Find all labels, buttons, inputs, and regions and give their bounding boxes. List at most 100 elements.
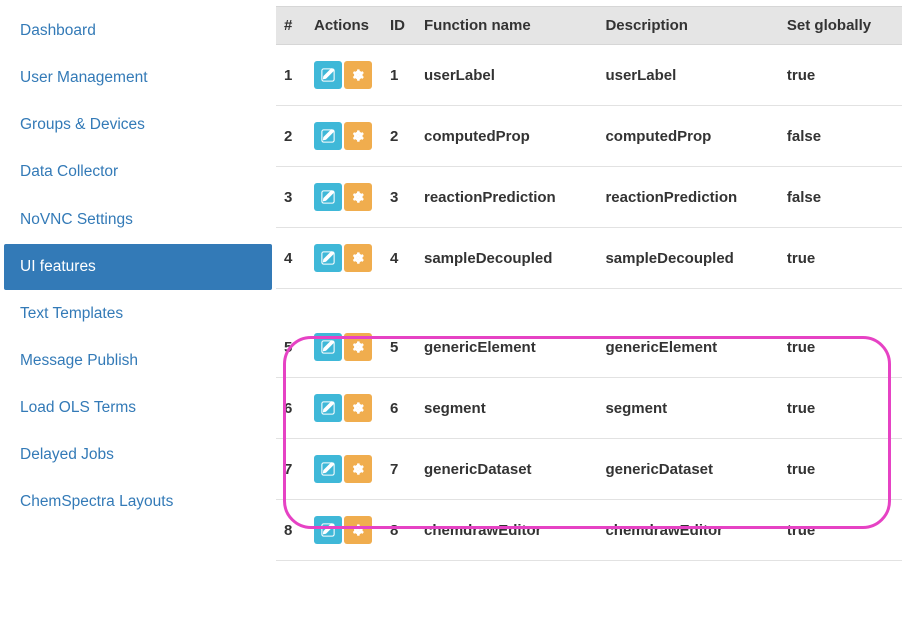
row-number: 7 [276, 439, 306, 500]
edit-button[interactable] [314, 455, 342, 483]
gear-icon [351, 129, 365, 143]
table-row: 55genericElementgenericElementtrue [276, 317, 902, 378]
row-description: computedProp [597, 106, 778, 167]
table-row: 88chemdrawEditorchemdrawEditortrue [276, 500, 902, 561]
col-function-name: Function name [416, 7, 597, 45]
sidebar-item-load-ols-terms[interactable]: Load OLS Terms [4, 385, 272, 431]
row-actions [306, 378, 382, 439]
row-id: 4 [382, 228, 416, 289]
row-number: 3 [276, 167, 306, 228]
table-row: 66segmentsegmenttrue [276, 378, 902, 439]
table-row: 11userLabeluserLabeltrue [276, 45, 902, 106]
gear-icon [351, 251, 365, 265]
sidebar: DashboardUser ManagementGroups & Devices… [0, 0, 276, 619]
row-set-globally: true [779, 439, 902, 500]
table-row: 44sampleDecoupledsampleDecoupledtrue [276, 228, 902, 289]
settings-button[interactable] [344, 455, 372, 483]
row-function-name: userLabel [416, 45, 597, 106]
edit-button[interactable] [314, 394, 342, 422]
col-num: # [276, 7, 306, 45]
row-set-globally: false [779, 167, 902, 228]
sidebar-item-chemspectra-layouts[interactable]: ChemSpectra Layouts [4, 479, 272, 525]
edit-icon [321, 401, 335, 415]
row-set-globally: true [779, 228, 902, 289]
row-actions [306, 500, 382, 561]
sidebar-item-novnc-settings[interactable]: NoVNC Settings [4, 197, 272, 243]
settings-button[interactable] [344, 333, 372, 361]
settings-button[interactable] [344, 183, 372, 211]
settings-button[interactable] [344, 61, 372, 89]
edit-icon [321, 462, 335, 476]
table-row: 33reactionPredictionreactionPredictionfa… [276, 167, 902, 228]
row-actions [306, 167, 382, 228]
row-set-globally: false [779, 106, 902, 167]
edit-icon [321, 523, 335, 537]
row-number: 4 [276, 228, 306, 289]
row-actions [306, 228, 382, 289]
row-description: segment [597, 378, 778, 439]
edit-button[interactable] [314, 516, 342, 544]
row-id: 8 [382, 500, 416, 561]
row-id: 5 [382, 317, 416, 378]
edit-icon [321, 129, 335, 143]
sidebar-item-dashboard[interactable]: Dashboard [4, 8, 272, 54]
sidebar-item-data-collector[interactable]: Data Collector [4, 149, 272, 195]
row-function-name: reactionPrediction [416, 167, 597, 228]
row-actions [306, 106, 382, 167]
edit-icon [321, 190, 335, 204]
settings-button[interactable] [344, 394, 372, 422]
gear-icon [351, 462, 365, 476]
row-id: 3 [382, 167, 416, 228]
table-row: 77genericDatasetgenericDatasettrue [276, 439, 902, 500]
main-content: # Actions ID Function name Description S… [276, 0, 902, 619]
features-table: # Actions ID Function name Description S… [276, 6, 902, 561]
edit-icon [321, 251, 335, 265]
row-description: chemdrawEditor [597, 500, 778, 561]
edit-button[interactable] [314, 122, 342, 150]
edit-icon [321, 68, 335, 82]
edit-icon [321, 340, 335, 354]
sidebar-item-user-management[interactable]: User Management [4, 55, 272, 101]
row-number: 5 [276, 317, 306, 378]
row-set-globally: true [779, 500, 902, 561]
row-description: reactionPrediction [597, 167, 778, 228]
gear-icon [351, 340, 365, 354]
row-id: 6 [382, 378, 416, 439]
sidebar-item-text-templates[interactable]: Text Templates [4, 291, 272, 337]
gear-icon [351, 190, 365, 204]
row-function-name: genericElement [416, 317, 597, 378]
sidebar-item-delayed-jobs[interactable]: Delayed Jobs [4, 432, 272, 478]
col-id: ID [382, 7, 416, 45]
settings-button[interactable] [344, 516, 372, 544]
row-number: 8 [276, 500, 306, 561]
row-function-name: segment [416, 378, 597, 439]
row-description: genericElement [597, 317, 778, 378]
row-set-globally: true [779, 378, 902, 439]
row-description: userLabel [597, 45, 778, 106]
col-description: Description [597, 7, 778, 45]
sidebar-item-groups-devices[interactable]: Groups & Devices [4, 102, 272, 148]
features-tbody: 11userLabeluserLabeltrue22computedPropco… [276, 45, 902, 561]
row-set-globally: true [779, 317, 902, 378]
row-number: 6 [276, 378, 306, 439]
row-set-globally: true [779, 45, 902, 106]
col-set-globally: Set globally [779, 7, 902, 45]
row-function-name: sampleDecoupled [416, 228, 597, 289]
row-id: 1 [382, 45, 416, 106]
edit-button[interactable] [314, 333, 342, 361]
row-function-name: genericDataset [416, 439, 597, 500]
edit-button[interactable] [314, 183, 342, 211]
row-id: 7 [382, 439, 416, 500]
edit-button[interactable] [314, 61, 342, 89]
gear-icon [351, 68, 365, 82]
table-row: 22computedPropcomputedPropfalse [276, 106, 902, 167]
row-description: sampleDecoupled [597, 228, 778, 289]
settings-button[interactable] [344, 244, 372, 272]
row-description: genericDataset [597, 439, 778, 500]
row-id: 2 [382, 106, 416, 167]
settings-button[interactable] [344, 122, 372, 150]
sidebar-item-ui-features[interactable]: UI features [4, 244, 272, 290]
sidebar-item-message-publish[interactable]: Message Publish [4, 338, 272, 384]
edit-button[interactable] [314, 244, 342, 272]
col-actions: Actions [306, 7, 382, 45]
